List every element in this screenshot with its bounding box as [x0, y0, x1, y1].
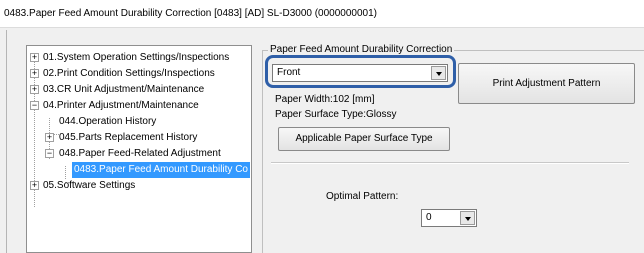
frame-divider [6, 30, 7, 253]
tree-item-label: 044.Operation History [59, 116, 157, 127]
highlight-callout [265, 55, 456, 88]
expand-icon[interactable]: + [30, 69, 39, 78]
window-title: 0483.Paper Feed Amount Durability Correc… [0, 0, 644, 28]
tree-item-label-selected: 0483.Paper Feed Amount Durability Co [72, 162, 250, 178]
print-adjustment-pattern-button[interactable]: Print Adjustment Pattern [458, 63, 635, 104]
optimal-pattern-select[interactable]: 0 [421, 209, 477, 227]
collapse-icon[interactable]: − [45, 149, 54, 158]
applicable-surface-button[interactable]: Applicable Paper Surface Type [278, 127, 450, 151]
optimal-pattern-value: 0 [426, 212, 432, 223]
tree-item-label: 02.Print Condition Settings/Inspections [43, 68, 215, 79]
expand-icon[interactable]: + [45, 133, 54, 142]
expand-icon[interactable]: + [30, 85, 39, 94]
tree-item-label: 05.Software Settings [43, 180, 136, 191]
tree-item-label: 03.CR Unit Adjustment/Maintenance [43, 84, 205, 95]
tree-item-label: 048.Paper Feed-Related Adjustment [59, 148, 221, 159]
optimal-pattern-label: Optimal Pattern: [326, 191, 399, 202]
expand-icon[interactable]: + [30, 181, 39, 190]
collapse-icon[interactable]: − [30, 101, 39, 110]
tree-item-label: 01.System Operation Settings/Inspections [43, 52, 230, 63]
settings-tree[interactable]: + 01.System Operation Settings/Inspectio… [26, 45, 252, 253]
expand-icon[interactable]: + [30, 53, 39, 62]
dropdown-arrow-icon[interactable] [460, 211, 475, 225]
paper-surface-label: Paper Surface Type:Glossy [275, 109, 397, 120]
tree-item-label: 045.Parts Replacement History [59, 132, 198, 143]
tree-item-label: 04.Printer Adjustment/Maintenance [43, 100, 199, 111]
paper-width-label: Paper Width:102 [mm] [275, 94, 375, 105]
separator [271, 162, 629, 164]
